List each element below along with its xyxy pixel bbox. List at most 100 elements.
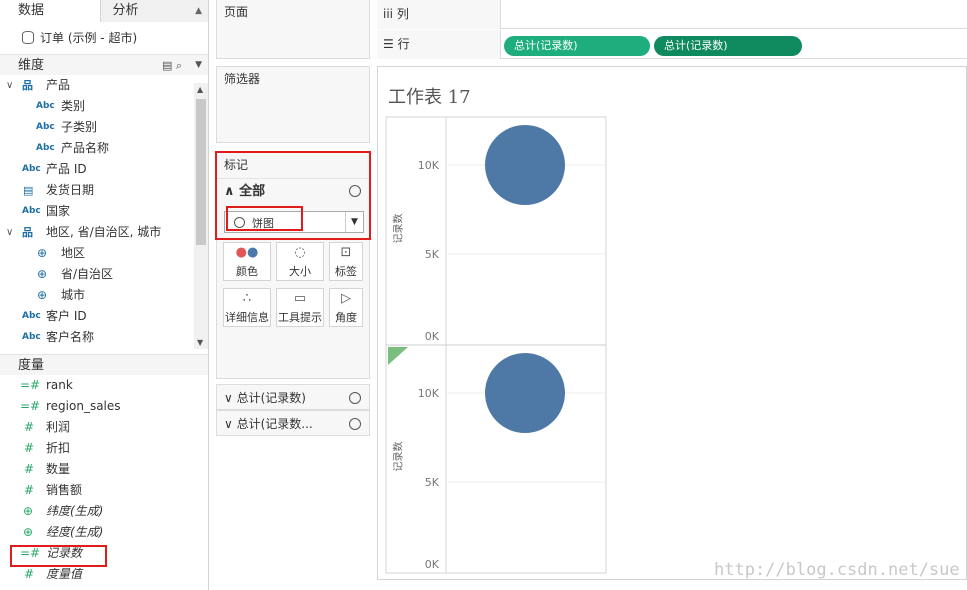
field-label: 度量值 <box>46 567 83 581</box>
columns-icon: iii <box>383 7 397 21</box>
field-label: 经度(生成) <box>46 525 104 539</box>
meas-latitude[interactable]: ⊕ 纬度(生成) <box>0 501 208 522</box>
field-label: 类别 <box>61 99 86 113</box>
marks-card-sum-1[interactable]: ∨ 总计(记录数) <box>216 384 370 410</box>
chevron-down-icon[interactable]: ∨ <box>6 222 13 243</box>
tick-label: 0K <box>424 558 439 571</box>
pie-mark-top[interactable] <box>485 125 565 205</box>
y-axis-label: 记录数 <box>393 213 405 244</box>
chevron-up-icon[interactable]: ▲ <box>197 85 203 94</box>
marks-card-label: 总计(记录数) <box>236 391 306 405</box>
number-icon: # <box>24 483 35 497</box>
calendar-icon: ▤ <box>23 184 34 197</box>
pages-card[interactable]: 页面 <box>216 0 370 59</box>
tab-data[interactable]: 数据 <box>0 0 100 22</box>
label-button[interactable]: ⊡ 标签 <box>329 242 363 281</box>
dim-product[interactable]: ∨ 品产品 <box>0 75 208 96</box>
dimensions-header: 维度 ▤ ⌕ ▼ <box>0 54 208 75</box>
chevron-down-icon[interactable]: ∨ <box>224 417 237 431</box>
color-button[interactable]: ●● 颜色 <box>223 242 271 281</box>
hierarchy-icon: 品 <box>22 79 33 92</box>
pages-title: 页面 <box>224 5 249 19</box>
meas-quantity[interactable]: # 数量 <box>0 459 208 480</box>
field-label: 客户 ID <box>46 309 87 323</box>
field-label: 产品名称 <box>61 141 110 155</box>
text-label-icon: ⊡ <box>340 245 352 260</box>
dim-ship-date[interactable]: ▤ 发货日期 <box>0 180 208 201</box>
meas-longitude[interactable]: ⊕ 经度(生成) <box>0 522 208 543</box>
scroll-thumb[interactable] <box>196 99 206 245</box>
size-button[interactable]: ◌ 大小 <box>276 242 324 281</box>
row-pill-sum-records-1[interactable]: 总计(记录数) <box>504 36 650 56</box>
database-icon <box>22 31 34 44</box>
size-label: 大小 <box>289 265 311 278</box>
dim-category[interactable]: Abc 类别 <box>0 96 208 117</box>
pane-corner-marker <box>388 347 408 365</box>
marks-card-sum-2[interactable]: ∨ 总计(记录数... <box>216 410 370 436</box>
meas-discount[interactable]: # 折扣 <box>0 438 208 459</box>
highlight-box <box>10 545 107 567</box>
field-label: rank <box>46 378 73 392</box>
dim-region-hierarchy[interactable]: ∨ 品地区, 省/自治区, 城市 <box>0 222 208 243</box>
dimension-scrollbar[interactable]: ▲ ▼ <box>194 83 208 349</box>
datasource-item[interactable]: 订单 (示例 - 超市) <box>0 22 208 54</box>
watermark-text: http://blog.csdn.net/sue <box>714 560 960 580</box>
dim-customer-name[interactable]: Abc 客户名称 <box>0 327 208 348</box>
field-label: 地区 <box>61 246 86 260</box>
shelves-pane: 页面 筛选器 标记 ∧ 全部 饼图 ▼ ●● 颜色 ◌ 大小 ⊡ 标签 ∴ 详细信息 ▭… <box>210 0 376 590</box>
meas-region-sales[interactable]: =# region_sales <box>0 396 208 417</box>
meas-sales[interactable]: # 销售额 <box>0 480 208 501</box>
pane-tabs: 数据 分析 ▲ <box>0 0 208 22</box>
dim-customer-id[interactable]: Abc 客户 ID <box>0 306 208 327</box>
tooltip-label: 工具提示 <box>278 311 322 324</box>
field-label: 数量 <box>46 462 71 476</box>
chevron-down-icon[interactable]: ▼ <box>197 338 203 347</box>
tab-analysis[interactable]: 分析 ▲ <box>99 0 208 22</box>
view-search-icons[interactable]: ▤ ⌕ <box>162 55 182 76</box>
globe-icon: ⊕ <box>23 504 34 518</box>
string-icon: Abc <box>36 122 55 132</box>
calc-measure-icon: =# <box>20 399 41 413</box>
dim-product-id[interactable]: Abc 产品 ID <box>0 159 208 180</box>
field-label: 利润 <box>46 420 71 434</box>
detail-button[interactable]: ∴ 详细信息 <box>223 288 271 327</box>
measures-title: 度量 <box>18 358 45 373</box>
dim-country[interactable]: Abc 国家 <box>0 201 208 222</box>
field-label: 国家 <box>46 204 71 218</box>
meas-rank[interactable]: =# rank <box>0 375 208 396</box>
chevron-down-icon[interactable]: ▼ <box>195 55 202 76</box>
detail-dots-icon: ∴ <box>242 291 252 306</box>
view-canvas: 工作表 17 10K 5K 0K 10K 5K 0K 记录数 记录数 <box>377 66 967 580</box>
rows-shelf[interactable]: ☰ 行 总计(记录数) 总计(记录数) <box>377 30 967 59</box>
data-pane: 数据 分析 ▲ 订单 (示例 - 超市) 维度 ▤ ⌕ ▼ ∨ 品产品 Abc 类别… <box>0 0 209 590</box>
angle-icon: ▷ <box>341 291 351 306</box>
meas-measure-values[interactable]: # 度量值 <box>0 564 208 585</box>
dim-province[interactable]: ⊕ 省/自治区 <box>0 264 208 285</box>
angle-button[interactable]: ▷ 角度 <box>329 288 363 327</box>
chevron-down-icon[interactable]: ∨ <box>6 75 13 96</box>
field-label: 地区, 省/自治区, 城市 <box>46 225 162 239</box>
dim-subcategory[interactable]: Abc 子类别 <box>0 117 208 138</box>
string-icon: Abc <box>22 332 41 342</box>
field-label: 产品 <box>46 78 71 92</box>
columns-title: 列 <box>396 7 409 21</box>
filters-card[interactable]: 筛选器 <box>216 66 370 143</box>
columns-shelf[interactable]: iii 列 <box>377 0 967 29</box>
marks-card-label: 总计(记录数... <box>236 417 313 431</box>
chevron-down-icon[interactable]: ∨ <box>224 391 237 405</box>
row-pill-sum-records-2[interactable]: 总计(记录数) <box>654 36 802 56</box>
dim-product-name[interactable]: Abc 产品名称 <box>0 138 208 159</box>
angle-label: 角度 <box>335 311 357 324</box>
number-icon: # <box>24 441 35 455</box>
meas-profit[interactable]: # 利润 <box>0 417 208 438</box>
field-label: 城市 <box>61 288 86 302</box>
tooltip-icon: ▭ <box>293 291 307 306</box>
tooltip-button[interactable]: ▭ 工具提示 <box>276 288 324 327</box>
string-icon: Abc <box>36 143 55 153</box>
dim-city[interactable]: ⊕ 城市 <box>0 285 208 306</box>
field-label: 子类别 <box>61 120 98 134</box>
pie-mark-bottom[interactable] <box>485 353 565 433</box>
dim-region[interactable]: ⊕ 地区 <box>0 243 208 264</box>
sort-arrows-icon[interactable]: ▲ <box>195 0 202 22</box>
pie-icon <box>349 418 361 430</box>
